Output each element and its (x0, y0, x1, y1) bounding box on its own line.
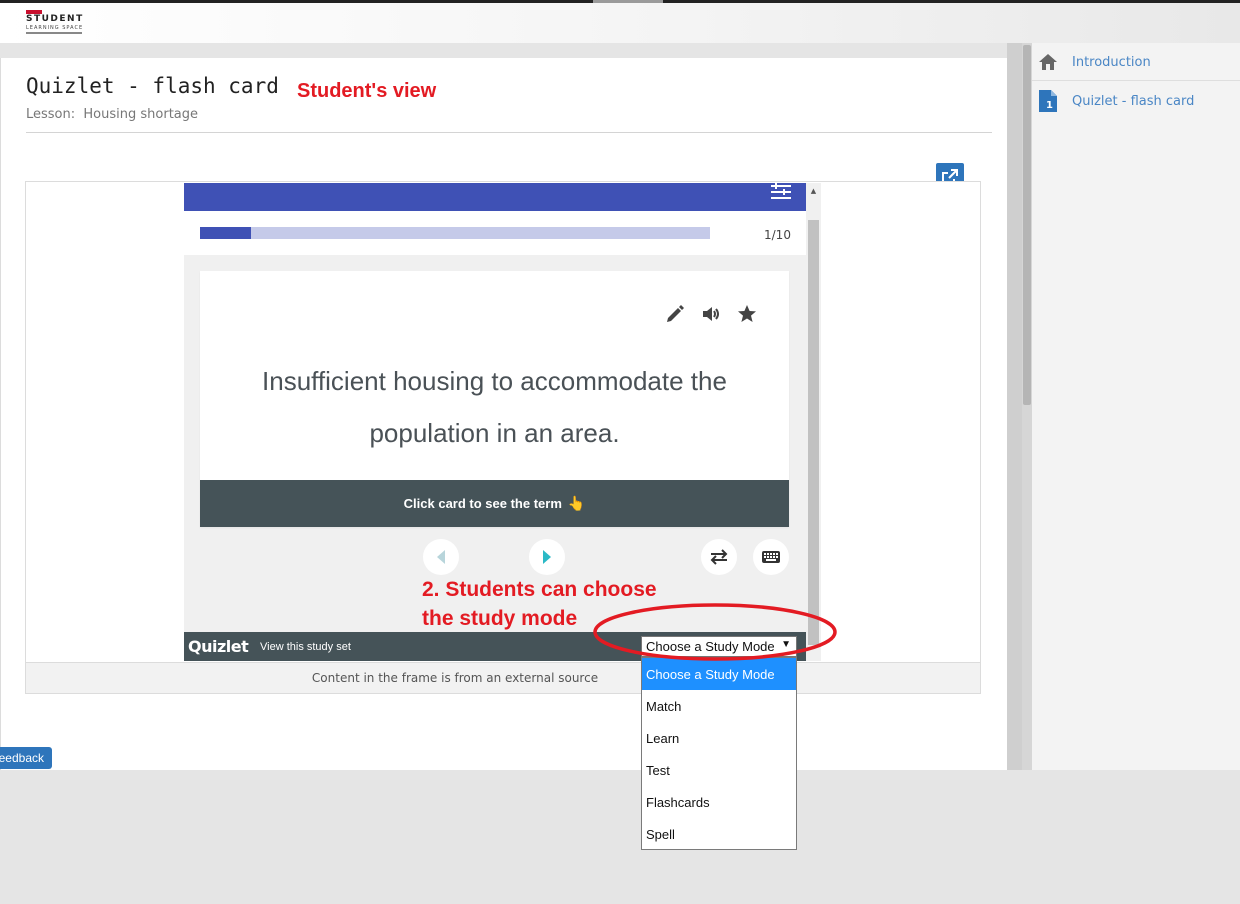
triangle-right-icon (543, 550, 551, 564)
triangle-left-icon (437, 550, 445, 564)
study-mode-option[interactable]: Learn (642, 722, 796, 754)
annotation-line-2: the study mode (422, 607, 578, 630)
swap-arrows-icon (710, 549, 728, 565)
home-icon (1036, 50, 1060, 74)
feedback-button[interactable]: Feedback (0, 747, 52, 769)
study-mode-select[interactable]: Choose a Study Mode ▼ (641, 636, 797, 657)
lesson-label: Lesson: (26, 107, 76, 122)
card-footer-text: Click card to see the term (403, 496, 562, 511)
sidebar-item-label: Introduction (1072, 54, 1151, 70)
view-study-set-link[interactable]: View this study set (260, 641, 351, 653)
lesson-line: Lesson: Housing shortage (26, 107, 198, 122)
pointing-hand-icon: 👆 (567, 495, 586, 511)
keyboard-shortcuts-button[interactable] (753, 539, 789, 575)
frame-footer: Content in the frame is from an external… (26, 662, 980, 693)
sidebar-item-introduction[interactable]: Introduction (1036, 44, 1236, 80)
speaker-icon[interactable] (700, 303, 722, 325)
progress-track (200, 227, 710, 239)
page-title: Quizlet - flash card (26, 74, 279, 98)
sidebar (1032, 43, 1240, 770)
shuffle-button[interactable] (701, 539, 737, 575)
keyboard-icon (762, 551, 780, 563)
logo-title: STUDENT (26, 14, 84, 24)
caret-down-icon: ▼ (781, 639, 791, 650)
lesson-name: Housing shortage (83, 107, 199, 122)
site-header (0, 3, 1240, 43)
study-mode-annotation: 2. Students can choose the study mode (422, 575, 657, 633)
sidebar-item-label: Quizlet - flash card (1072, 93, 1195, 109)
sidebar-divider (1032, 80, 1240, 81)
document-badge: 1 (1046, 100, 1053, 111)
progress-counter: 1/10 (764, 228, 791, 242)
frame-scrollbar-thumb[interactable] (808, 220, 819, 645)
logo-underline (26, 32, 82, 34)
frame-footer-text: Content in the frame is from an external… (311, 671, 599, 685)
quizlet-embed: 1/10 Insufficient housing to accommodate… (184, 183, 806, 661)
star-icon[interactable] (736, 303, 758, 325)
panel-separator (1007, 43, 1022, 770)
progress-fill (200, 227, 251, 239)
site-logo[interactable]: STUDENT LEARNING SPACE (26, 10, 86, 36)
feedback-label: Feedback (0, 751, 44, 765)
main-scrollbar-thumb[interactable] (1023, 45, 1031, 405)
scroll-up-arrow-icon[interactable]: ▲ (806, 183, 821, 199)
card-footer[interactable]: Click card to see the term 👆 (200, 480, 789, 527)
study-mode-option[interactable]: Spell (642, 818, 796, 850)
study-mode-selected: Choose a Study Mode (646, 639, 775, 654)
pencil-icon[interactable] (664, 303, 686, 325)
quizlet-topbar (184, 183, 806, 211)
study-mode-option[interactable]: Match (642, 690, 796, 722)
study-mode-option[interactable]: Choose a Study Mode (642, 658, 796, 690)
document-icon: 1 (1036, 89, 1060, 113)
study-mode-dropdown: Choose a Study Mode Match Learn Test Fla… (641, 657, 797, 850)
sidebar-item-quizlet[interactable]: 1 Quizlet - flash card (1036, 83, 1236, 119)
next-card-button[interactable] (529, 539, 565, 575)
title-divider (26, 132, 992, 133)
previous-card-button[interactable] (423, 539, 459, 575)
annotation-line-1: 2. Students can choose (422, 578, 657, 601)
progress-area: 1/10 (184, 211, 806, 255)
logo-subtitle: LEARNING SPACE (26, 25, 84, 31)
card-definition: Insufficient housing to accommodate the … (262, 366, 727, 448)
sliders-icon[interactable] (769, 183, 793, 199)
quizlet-logo[interactable]: Quizlet (188, 637, 249, 656)
students-view-annotation: Student's view (297, 80, 437, 102)
study-mode-option[interactable]: Flashcards (642, 786, 796, 818)
study-mode-option[interactable]: Test (642, 754, 796, 786)
